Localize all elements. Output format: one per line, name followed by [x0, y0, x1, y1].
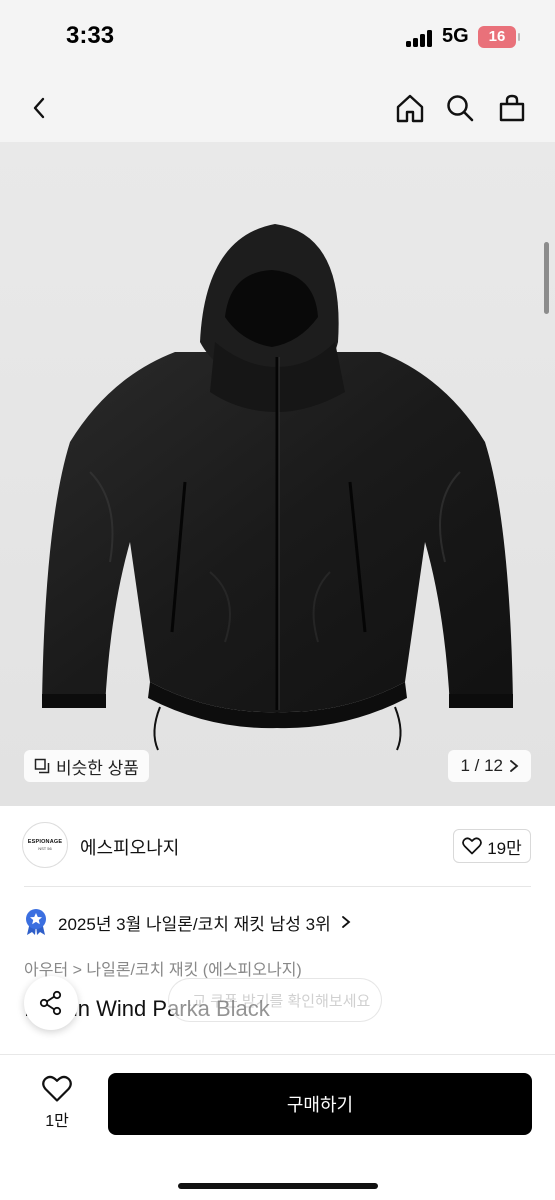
buy-button[interactable]: 구매하기	[108, 1073, 532, 1135]
chevron-right-icon	[341, 916, 351, 928]
scrollbar[interactable]	[544, 242, 549, 314]
status-bar: 3:33 5G 16	[0, 0, 555, 74]
wishlist-button[interactable]: 1만	[28, 1075, 86, 1135]
brand-logo-subtext: NST 56	[38, 846, 52, 851]
search-button[interactable]	[438, 86, 482, 130]
back-button[interactable]	[18, 86, 62, 130]
similar-products-label: 비슷한 상품	[56, 758, 139, 778]
heart-icon	[462, 837, 483, 855]
divider	[24, 886, 531, 887]
share-button[interactable]	[24, 976, 78, 1030]
brand-logo[interactable]: ESPIONAGE NST 56	[22, 822, 68, 868]
coupon-tooltip: ...교 쿠폰 받기를 확인해보세요	[168, 978, 382, 1022]
status-time: 3:33	[66, 22, 115, 49]
copy-icon	[34, 758, 50, 774]
cart-button[interactable]	[490, 86, 534, 130]
product-jacket-image	[42, 224, 513, 751]
chevron-left-icon	[33, 97, 45, 119]
bottom-action-bar: 1만 구매하기	[0, 1054, 555, 1200]
similar-products-button[interactable]: 비슷한 상품	[24, 750, 149, 782]
nav-bar	[0, 74, 555, 142]
chevron-right-icon	[510, 760, 519, 772]
network-label: 5G	[442, 25, 469, 47]
ranking-text: 2025년 3월 나일론/코치 재킷 남성 3위	[58, 914, 331, 934]
category-breadcrumb[interactable]: 아우터 > 나일론/코치 재킷 (에스피오나지)	[24, 956, 302, 980]
wishlist-count: 1만	[45, 1113, 69, 1130]
signal-icon	[406, 29, 434, 47]
battery-icon: 16	[478, 26, 520, 48]
ranking-badge-icon	[26, 909, 46, 935]
home-indicator	[178, 1183, 378, 1189]
brand-logo-text: ESPIONAGE	[27, 839, 63, 845]
page-indicator-text: 1 / 12	[460, 756, 503, 775]
home-icon	[396, 94, 424, 123]
search-icon	[447, 95, 474, 122]
share-icon	[39, 990, 62, 1016]
shopping-bag-icon	[499, 94, 525, 122]
product-image-gallery[interactable]: 비슷한 상품 1 / 12	[0, 142, 555, 806]
image-page-indicator[interactable]: 1 / 12	[448, 750, 531, 782]
heart-icon	[42, 1075, 72, 1102]
ranking-link[interactable]: 2025년 3월 나일론/코치 재킷 남성 3위	[24, 906, 351, 938]
brand-name[interactable]: 에스피오나지	[80, 834, 179, 860]
home-button[interactable]	[388, 86, 432, 130]
brand-like-count: 19만	[487, 838, 522, 858]
brand-row: ESPIONAGE NST 56 에스피오나지 19만	[0, 806, 555, 886]
brand-like-button[interactable]: 19만	[453, 829, 531, 863]
